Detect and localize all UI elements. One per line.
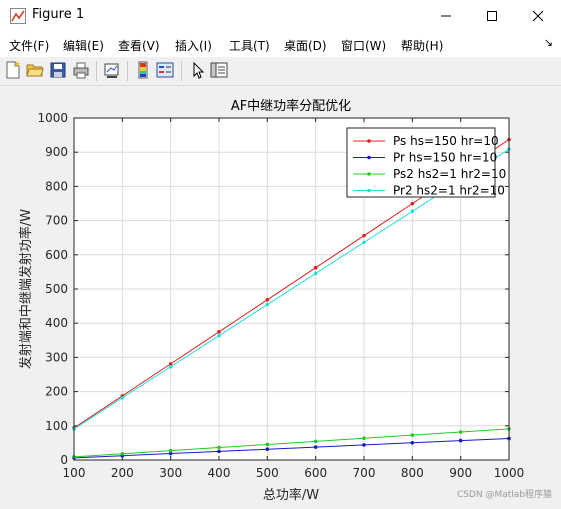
- menu-desktop[interactable]: 桌面(D): [284, 37, 327, 54]
- y-tick-label: 1000: [37, 111, 68, 125]
- legend-label-2: Pr hs=150 hr=10: [393, 151, 497, 165]
- y-axis-label: 发射端和中继端发射功率/W: [18, 209, 34, 369]
- x-tick-label: 400: [208, 466, 231, 480]
- minimize-button[interactable]: [423, 0, 469, 31]
- menu-window[interactable]: 窗口(W): [341, 37, 386, 54]
- legend-marker: [367, 188, 371, 193]
- plot-svg: 100 200 300 400 500 600 700 800 900 1000 01002003…: [18, 98, 552, 503]
- property-editor-icon[interactable]: [210, 61, 228, 79]
- menu-insert[interactable]: 插入(I): [175, 37, 212, 54]
- close-button[interactable]: [515, 0, 561, 31]
- y-tick-label: 800: [45, 179, 68, 193]
- x-tick-label: 100: [63, 466, 86, 480]
- matlab-figure-icon: [10, 8, 26, 24]
- x-axis-label: 总功率/W: [263, 487, 319, 503]
- toolbar-separator: [127, 61, 128, 81]
- y-tick-label: 100: [45, 419, 68, 433]
- data-point: [458, 438, 463, 443]
- y-tick-label: 600: [45, 248, 68, 262]
- x-tick-label: 600: [304, 466, 327, 480]
- x-tick-labels: 100 200 300 400 500 600 700 800 900 1000: [63, 466, 525, 480]
- data-point: [410, 201, 415, 206]
- x-tick-label: 200: [111, 466, 134, 480]
- y-tick-labels: 0 100 200 300 400 500 600 700 800 900 1000: [37, 111, 68, 467]
- print-icon[interactable]: [72, 61, 90, 79]
- legend-label-4: Pr2 hs2=1 hr2=10: [393, 184, 505, 198]
- legend-icon[interactable]: [156, 61, 174, 79]
- colorbar-icon[interactable]: [134, 61, 152, 79]
- x-tick-label: 500: [256, 466, 279, 480]
- figure-canvas: 100 200 300 400 500 600 700 800 900 1000 0 100 200 3…: [0, 86, 561, 505]
- legend-marker: [367, 172, 371, 176]
- y-tick-label: 200: [45, 385, 68, 399]
- data-point: [410, 209, 415, 214]
- y-tick-label: 700: [45, 214, 68, 228]
- y-tick-label: 300: [45, 350, 68, 364]
- new-figure-icon[interactable]: [4, 61, 22, 79]
- data-point: [265, 447, 270, 452]
- data-point: [458, 430, 463, 434]
- data-point: [313, 265, 318, 270]
- x-tick-label: 800: [401, 466, 424, 480]
- menu-file[interactable]: 文件(F): [9, 37, 49, 54]
- menu-tools[interactable]: 工具(T): [229, 37, 270, 54]
- legend-marker: [367, 139, 371, 143]
- window-title: Figure 1: [32, 7, 85, 22]
- data-point: [362, 436, 366, 441]
- watermark: CSDN @Matlab程序猿: [457, 488, 552, 500]
- close-icon: [532, 10, 544, 21]
- data-point: [217, 330, 221, 334]
- data-point: [265, 297, 270, 302]
- x-tick-label: 900: [449, 466, 472, 480]
- link-plot-icon[interactable]: [103, 61, 121, 79]
- toolbar-separator: [96, 61, 97, 81]
- open-icon[interactable]: [26, 61, 44, 79]
- x-tick-label: 300: [159, 466, 182, 480]
- menu-view[interactable]: 查看(V): [118, 37, 160, 54]
- data-point: [313, 439, 318, 444]
- legend-marker: [367, 155, 371, 160]
- data-point: [217, 333, 221, 338]
- x-tick-label: 1000: [494, 466, 525, 480]
- data-point: [313, 271, 318, 276]
- minimize-icon: [441, 15, 451, 16]
- menu-edit[interactable]: 编辑(E): [63, 37, 104, 54]
- chart-title: AF中继功率分配优化: [231, 98, 351, 114]
- menu-overflow-arrow[interactable]: ↘: [544, 36, 553, 49]
- data-point: [120, 396, 125, 400]
- data-point: [265, 302, 270, 307]
- menu-bar: 文件(F) 编辑(E) 查看(V) 插入(I) 工具(T) 桌面(D) 窗口(W…: [0, 31, 561, 57]
- data-point: [410, 433, 415, 437]
- x-tick-label: 700: [353, 466, 376, 480]
- y-tick-label: 400: [45, 316, 68, 330]
- data-point: [168, 364, 173, 369]
- data-point: [265, 442, 270, 447]
- data-point: [217, 449, 221, 454]
- data-point: [217, 445, 221, 450]
- toolbar: [0, 57, 561, 86]
- data-point: [410, 440, 415, 445]
- legend-label-1: Ps hs=150 hr=10: [393, 134, 499, 148]
- pointer-icon[interactable]: [189, 61, 207, 79]
- data-point: [362, 240, 366, 245]
- maximize-button[interactable]: [469, 0, 515, 31]
- data-point: [168, 448, 173, 453]
- maximize-icon: [487, 10, 497, 21]
- data-point: [120, 451, 125, 456]
- save-icon[interactable]: [49, 61, 67, 79]
- y-tick-label: 900: [45, 145, 68, 159]
- title-bar: Figure 1: [0, 0, 561, 31]
- menu-help[interactable]: 帮助(H): [401, 37, 443, 54]
- y-tick-label: 500: [45, 282, 68, 296]
- y-tick-label: 0: [60, 453, 68, 467]
- data-point: [362, 233, 366, 238]
- toolbar-separator: [181, 61, 182, 81]
- legend-label-3: Ps2 hs2=1 hr2=10: [393, 167, 506, 181]
- data-point: [362, 443, 366, 447]
- legend[interactable]: Ps hs=150 hr=10 Pr hs=150 hr=10 Ps2 hs2=1 …: [346, 127, 506, 198]
- data-point: [313, 445, 318, 449]
